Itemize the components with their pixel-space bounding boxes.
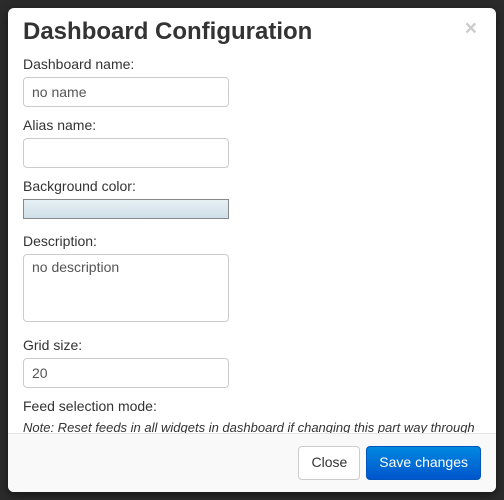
save-changes-button[interactable]: Save changes bbox=[366, 446, 481, 480]
dashboard-config-modal: Dashboard Configuration × Dashboard name… bbox=[8, 8, 496, 492]
grid-size-label: Grid size: bbox=[23, 337, 481, 353]
close-button[interactable]: Close bbox=[298, 446, 360, 480]
feed-selection-note: Note: Reset feeds in all widgets in dash… bbox=[23, 419, 481, 434]
close-icon[interactable]: × bbox=[461, 18, 481, 39]
modal-footer: Close Save changes bbox=[8, 433, 496, 492]
description-group: Description: no description bbox=[23, 233, 481, 327]
alias-name-group: Alias name: bbox=[23, 117, 481, 168]
background-color-group: Background color: bbox=[23, 178, 481, 223]
modal-title: Dashboard Configuration bbox=[23, 18, 312, 47]
dashboard-name-group: Dashboard name: bbox=[23, 56, 481, 107]
modal-header: Dashboard Configuration × bbox=[8, 8, 496, 56]
grid-size-group: Grid size: bbox=[23, 337, 481, 388]
dashboard-name-input[interactable] bbox=[23, 77, 229, 107]
feed-selection-group: Feed selection mode: Note: Reset feeds i… bbox=[23, 398, 481, 434]
background-color-picker[interactable] bbox=[23, 199, 229, 219]
description-textarea[interactable]: no description bbox=[23, 254, 229, 322]
background-color-label: Background color: bbox=[23, 178, 481, 194]
grid-size-input[interactable] bbox=[23, 358, 229, 388]
alias-name-input[interactable] bbox=[23, 138, 229, 168]
alias-name-label: Alias name: bbox=[23, 117, 481, 133]
dashboard-name-label: Dashboard name: bbox=[23, 56, 481, 72]
modal-body: Dashboard name: Alias name: Background c… bbox=[8, 56, 496, 434]
description-label: Description: bbox=[23, 233, 481, 249]
feed-selection-label: Feed selection mode: bbox=[23, 398, 481, 414]
